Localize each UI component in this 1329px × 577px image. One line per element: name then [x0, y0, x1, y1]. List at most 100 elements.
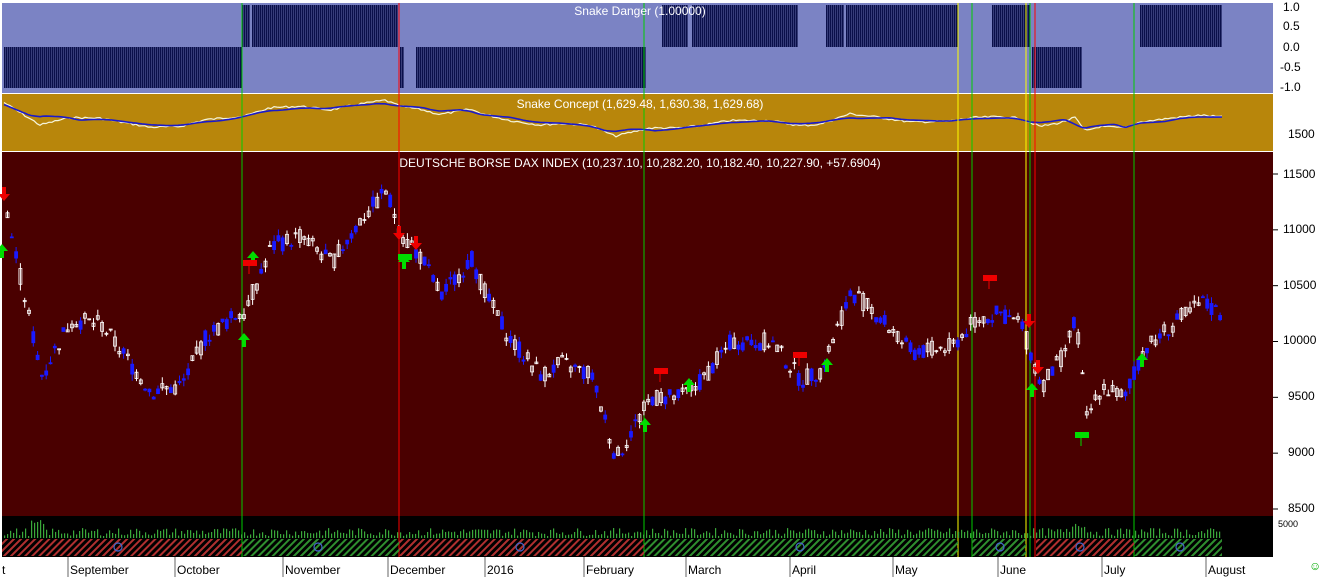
- danger-bar: [302, 5, 304, 47]
- danger-bar: [882, 5, 884, 47]
- danger-bar: [140, 47, 142, 88]
- volume-bar: [58, 529, 60, 538]
- volume-bar: [457, 535, 459, 538]
- danger-bar: [310, 5, 312, 47]
- danger-bar: [430, 47, 432, 88]
- volume-bar: [307, 532, 309, 538]
- danger-bar: [114, 47, 116, 88]
- danger-bar: [420, 47, 422, 88]
- danger-bar: [100, 47, 102, 88]
- price-tick: 8500: [1288, 501, 1315, 515]
- volume-bar: [1141, 529, 1143, 538]
- volume-bar: [55, 531, 57, 538]
- danger-bar: [1192, 5, 1194, 47]
- candle-body: [1145, 347, 1149, 354]
- danger-bar: [112, 47, 114, 88]
- danger-bar: [102, 47, 104, 88]
- danger-bar: [184, 47, 186, 88]
- candle-body: [280, 237, 285, 252]
- candle-body: [1072, 317, 1076, 329]
- danger-bar: [858, 5, 860, 47]
- volume-bar: [157, 529, 159, 538]
- danger-bar: [994, 5, 996, 47]
- volume-bar: [925, 529, 927, 538]
- danger-bar: [308, 5, 310, 47]
- volume-bar: [448, 531, 450, 538]
- volume-bar: [154, 533, 156, 538]
- candle-body: [1127, 378, 1132, 389]
- danger-bar: [88, 47, 90, 88]
- volume-bar: [313, 533, 315, 538]
- volume-bar: [859, 531, 861, 538]
- danger-bar: [584, 47, 586, 88]
- danger-bar: [912, 5, 914, 47]
- candle-body: [465, 260, 470, 269]
- candle-body: [1158, 333, 1162, 339]
- danger-bar: [1174, 5, 1176, 47]
- danger-bar: [76, 47, 78, 88]
- danger-bar: [940, 5, 942, 47]
- danger-bar: [1140, 5, 1142, 47]
- volume-bar: [910, 531, 912, 538]
- volume-bar: [148, 534, 150, 538]
- danger-bar: [494, 47, 496, 88]
- volume-bar: [973, 531, 975, 538]
- volume-bar: [292, 535, 294, 538]
- volume-bar: [1021, 534, 1023, 538]
- snake-concept-title: Snake Concept (1,629.48, 1,630.38, 1,629…: [516, 97, 764, 111]
- volume-bar: [604, 531, 606, 538]
- volume-bar: [649, 535, 651, 538]
- danger-bar: [772, 5, 774, 47]
- danger-bar: [640, 47, 642, 88]
- volume-bar: [97, 529, 99, 538]
- volume-bar: [469, 531, 471, 538]
- exit-flag-icon: [983, 275, 997, 281]
- danger-bar: [846, 5, 848, 47]
- danger-bar: [150, 47, 152, 88]
- volume-bar: [691, 528, 693, 538]
- volume-bar: [382, 534, 384, 538]
- danger-bar: [256, 5, 258, 47]
- danger-bar: [14, 47, 16, 88]
- danger-bar: [784, 5, 786, 47]
- snake-danger-title: Snake Danger (1.00000): [574, 4, 706, 18]
- danger-bar: [748, 5, 750, 47]
- volume-bar: [181, 531, 183, 538]
- candle-body: [663, 396, 668, 405]
- chart-canvas[interactable]: [0, 0, 1329, 577]
- volume-bar: [670, 535, 672, 538]
- candle-body: [753, 345, 758, 349]
- danger-bar: [204, 47, 206, 88]
- danger-bar: [228, 47, 230, 88]
- volume-bar: [820, 534, 822, 538]
- volume-bar: [391, 534, 393, 538]
- danger-bar: [454, 47, 456, 88]
- danger-bar: [718, 5, 720, 47]
- candle-body: [1020, 321, 1025, 330]
- danger-bar: [366, 5, 368, 47]
- volume-bar: [358, 528, 360, 538]
- volume-bar: [727, 532, 729, 538]
- concept-tick: 1500: [1288, 127, 1315, 141]
- volume-bar: [769, 529, 771, 538]
- volume-bar: [547, 535, 549, 538]
- danger-bar: [1166, 5, 1168, 47]
- danger-bar: [534, 47, 536, 88]
- volume-bar: [142, 535, 144, 538]
- volume-bar: [907, 529, 909, 538]
- danger-bar: [56, 47, 58, 88]
- danger-bar: [588, 47, 590, 88]
- danger-bar: [238, 47, 240, 88]
- danger-bar: [192, 47, 194, 88]
- danger-bar: [202, 47, 204, 88]
- candle-body: [603, 414, 608, 420]
- volume-bar: [985, 532, 987, 538]
- volume-bar: [163, 529, 165, 538]
- candle-body: [500, 316, 504, 330]
- danger-bar: [996, 5, 998, 47]
- volume-bar: [790, 530, 792, 538]
- danger-bar: [116, 47, 118, 88]
- volume-bar: [1081, 527, 1083, 538]
- smiley-icon[interactable]: ☺: [1309, 559, 1321, 573]
- volume-bar: [1015, 530, 1017, 538]
